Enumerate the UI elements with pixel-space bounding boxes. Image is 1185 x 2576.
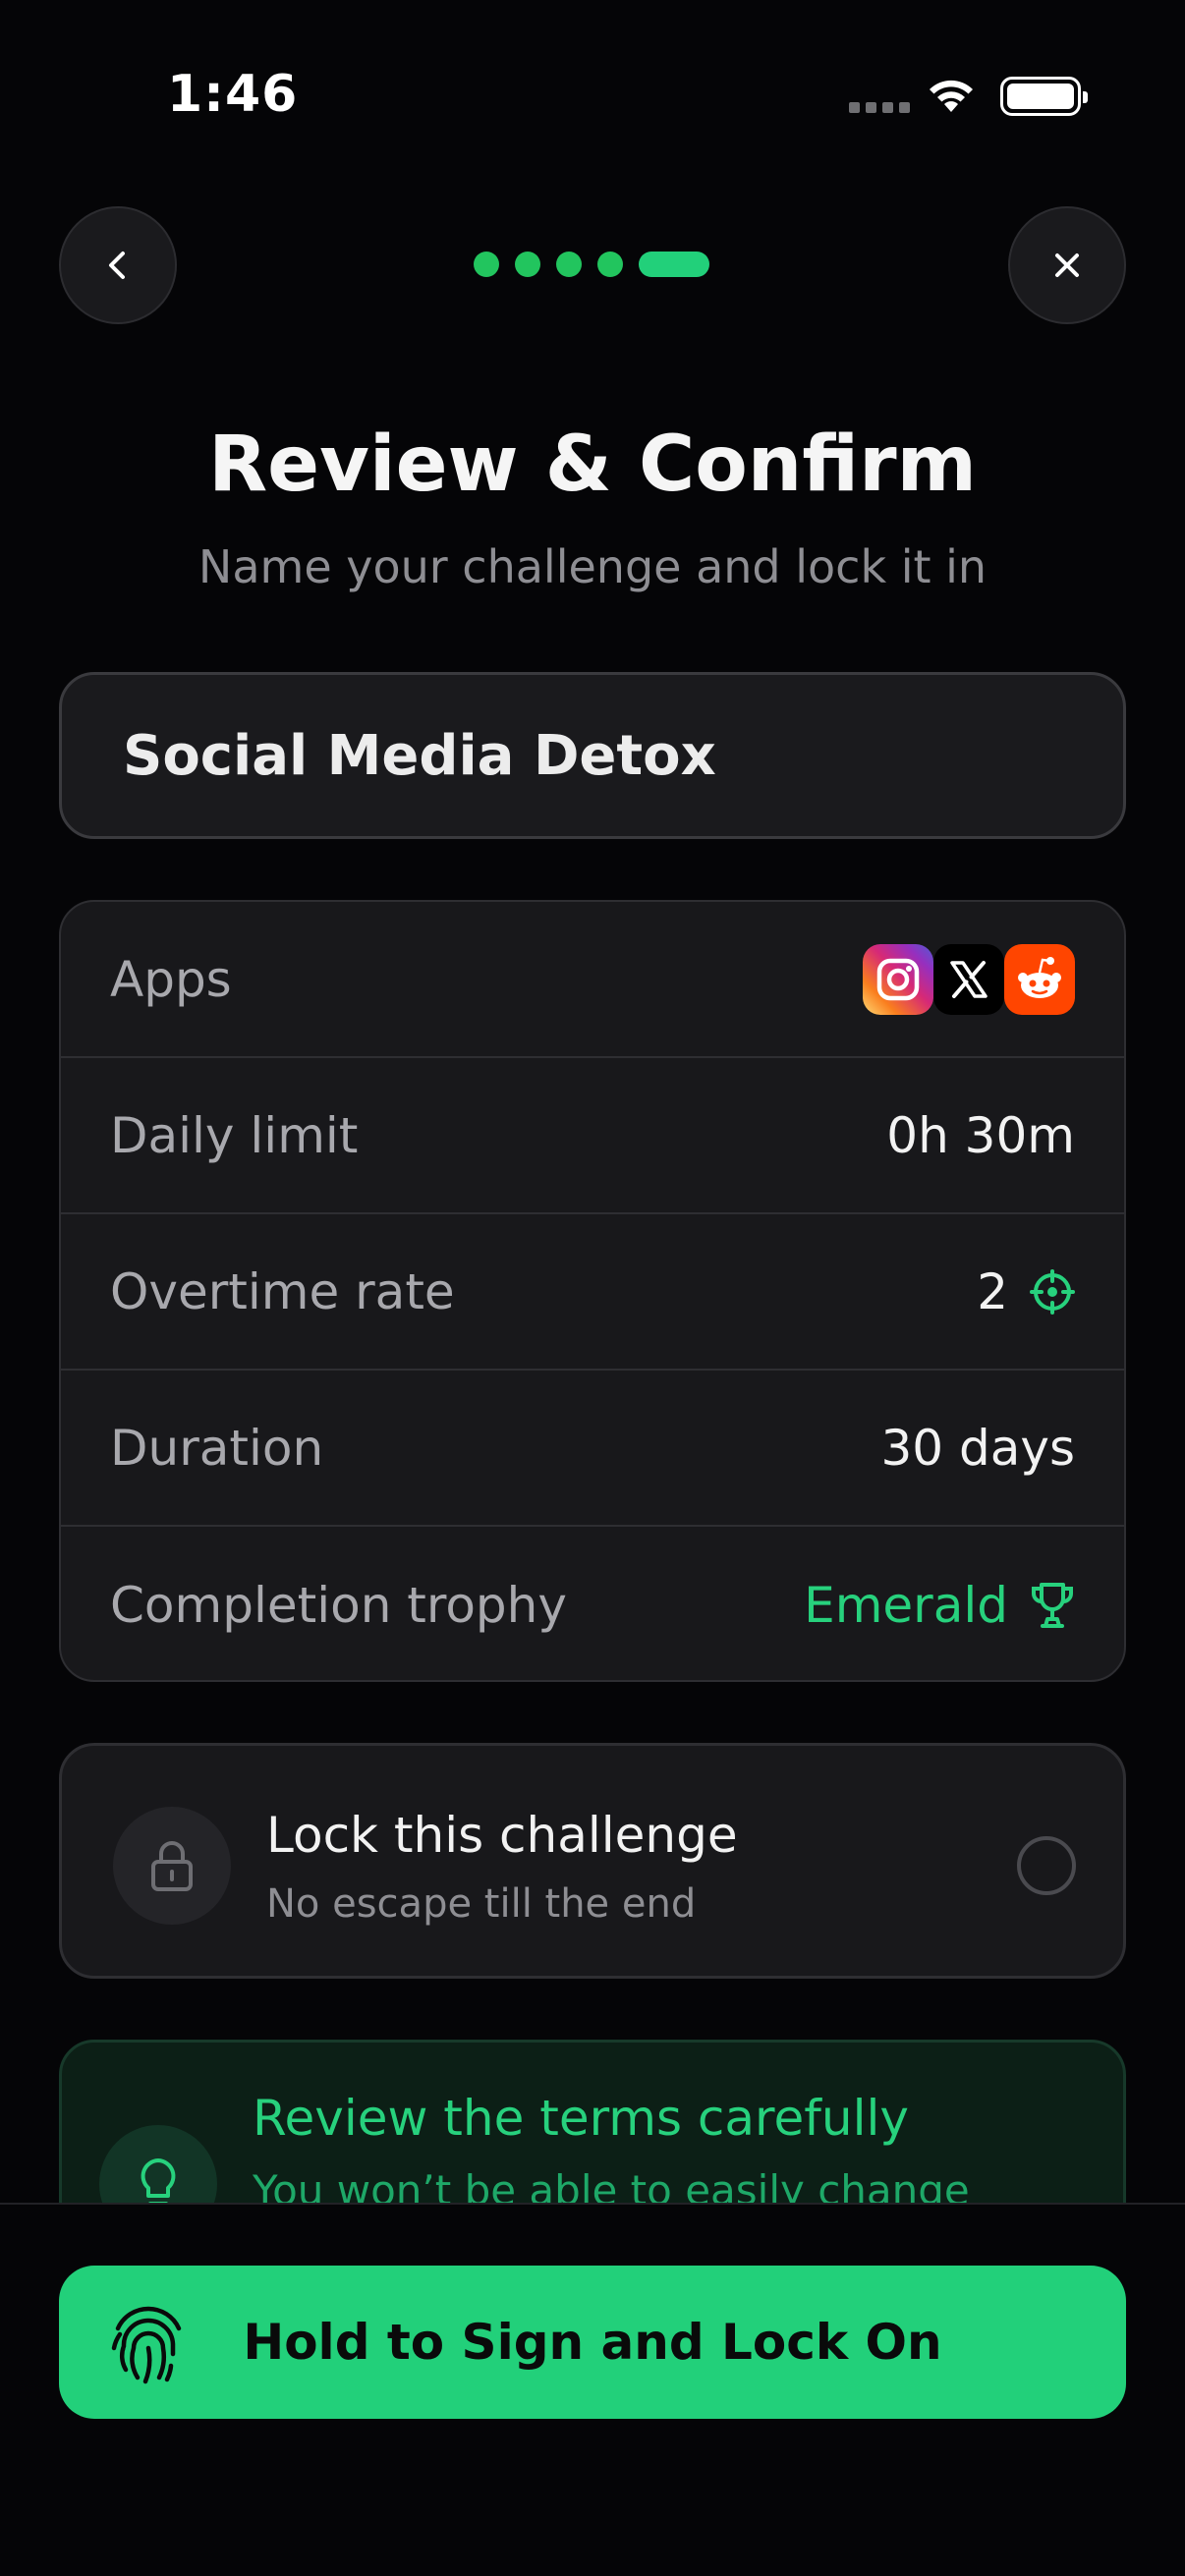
reddit-icon [1004,943,1075,1015]
status-time: 1:46 [167,65,299,124]
lock-icon [151,1841,193,1891]
lock-challenge-option[interactable]: Lock this challenge No escape till the e… [59,1743,1126,1979]
wifi-icon [926,75,977,118]
summary-row-trophy: Completion trophy Emerald [61,1527,1124,1680]
challenge-summary-card: Apps Daily limit 0h 30m Overtime rate 2 … [59,900,1126,1682]
bottom-action-bar: Hold to Sign and Lock On [0,2203,1185,2576]
completion-trophy-label: Completion trophy [110,1576,567,1634]
summary-row-apps: Apps [61,902,1124,1058]
instagram-icon [863,943,933,1015]
x-icon [933,943,1004,1015]
progress-current-step [639,252,709,277]
completion-trophy-value: Emerald [804,1576,1008,1634]
challenge-name-input[interactable]: Social Media Detox [59,672,1126,839]
selected-apps [863,943,1075,1015]
overtime-rate-label: Overtime rate [110,1262,455,1320]
close-button[interactable] [1008,206,1126,324]
page-subtitle: Name your challenge and lock it in [198,540,988,593]
daily-limit-label: Daily limit [110,1106,359,1164]
hold-to-sign-label: Hold to Sign and Lock On [243,2314,942,2371]
lock-challenge-subtitle: No escape till the end [266,1881,697,1927]
completion-trophy: Emerald [804,1577,1075,1634]
page-title: Review & Confirm [208,420,977,509]
progress-dot [556,252,582,277]
trophy-icon [1032,1582,1073,1628]
summary-row-daily-limit: Daily limit 0h 30m [61,1058,1124,1214]
close-icon [1055,253,1079,277]
lock-challenge-radio[interactable] [1017,1836,1076,1895]
review-terms-title: Review the terms carefully [253,2090,909,2147]
duration-value: 30 days [880,1419,1075,1477]
summary-row-duration: Duration 30 days [61,1371,1124,1527]
progress-dot [515,252,540,277]
summary-row-overtime-rate: Overtime rate 2 [61,1214,1124,1371]
apps-label: Apps [110,950,232,1008]
progress-dot [474,252,499,277]
step-progress-indicator [474,252,709,277]
overtime-rate: 2 [977,1263,1075,1320]
fingerprint-icon [111,2306,182,2384]
daily-limit-value: 0h 30m [886,1106,1075,1164]
back-button[interactable] [59,206,177,324]
progress-dot [597,252,623,277]
target-icon [1030,1268,1075,1315]
overtime-rate-value: 2 [977,1262,1008,1320]
battery-icon [1000,77,1088,116]
hold-to-sign-button[interactable]: Hold to Sign and Lock On [59,2266,1126,2419]
chevron-left-icon [109,252,125,279]
status-bar: 1:46 [0,0,1185,187]
duration-label: Duration [110,1419,324,1477]
cellular-signal-icon [849,102,910,113]
challenge-name-value: Social Media Detox [123,723,716,788]
lock-challenge-title: Lock this challenge [266,1807,738,1864]
lock-icon-badge [113,1807,231,1925]
